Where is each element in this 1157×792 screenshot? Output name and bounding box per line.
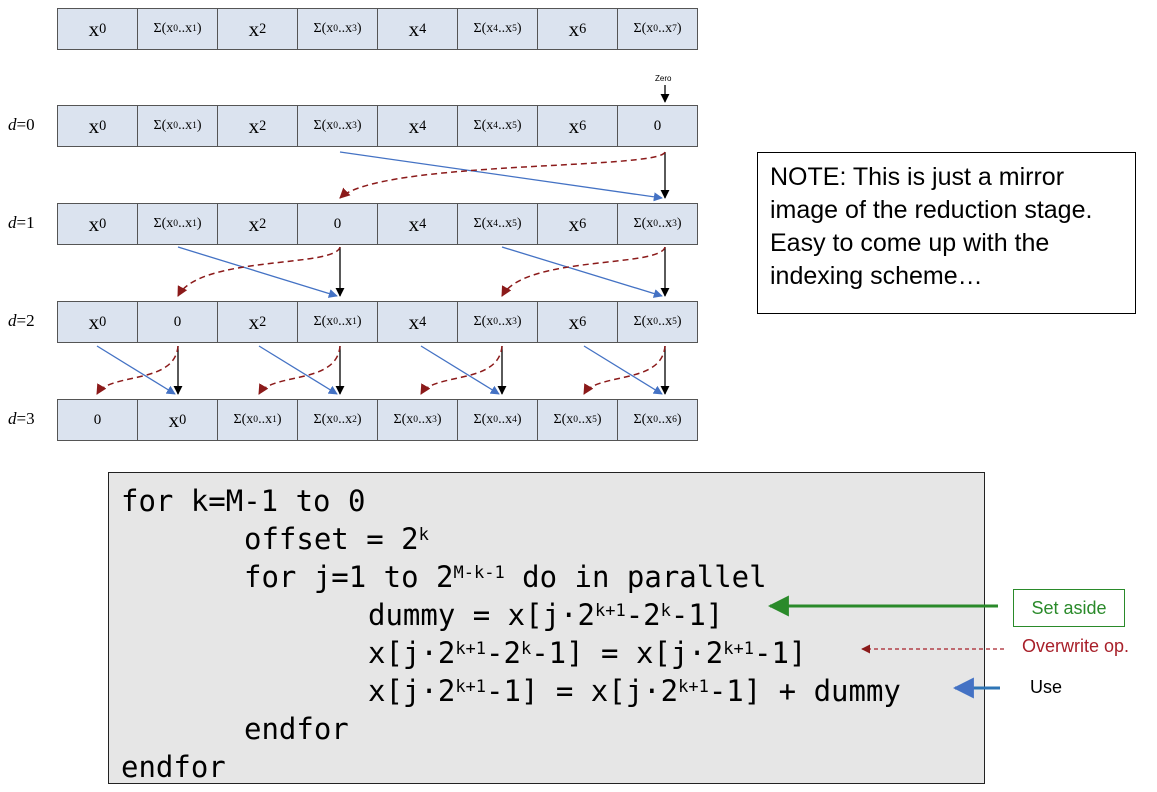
blue-arrow-d2d — [583, 345, 663, 395]
blue-arrow-d1b — [501, 246, 663, 298]
arrows-layer — [96, 85, 1004, 699]
blue-arrow-d1a — [177, 246, 338, 298]
blue-arrow-d2c — [420, 345, 500, 395]
blue-arrow-d0 — [339, 151, 663, 202]
blue-arrow-d2a — [96, 345, 176, 395]
blue-arrow-d2b — [258, 345, 338, 395]
